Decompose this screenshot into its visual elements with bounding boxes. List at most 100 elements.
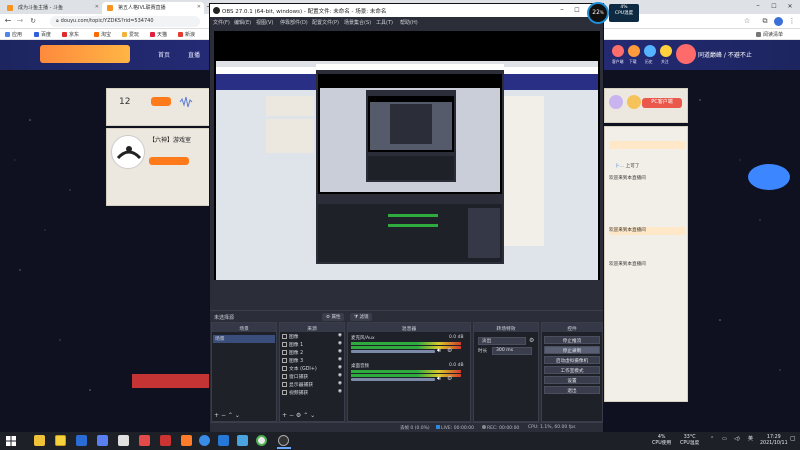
- back-icon[interactable]: ←: [3, 16, 13, 26]
- source-item[interactable]: 文本 (GDI+) ◉: [280, 365, 344, 373]
- visibility-eye-icon[interactable]: ◉: [338, 333, 342, 338]
- client-icon[interactable]: [612, 45, 624, 57]
- follow-button[interactable]: [151, 97, 171, 106]
- app-icon[interactable]: [181, 435, 192, 446]
- history-icon[interactable]: [644, 45, 656, 57]
- nav-home[interactable]: 首页: [158, 50, 170, 59]
- settings-button[interactable]: 设置: [544, 376, 600, 384]
- menu-file[interactable]: 文件(F): [213, 19, 230, 26]
- exit-button[interactable]: 退出: [544, 386, 600, 394]
- app-icon[interactable]: [139, 435, 150, 446]
- bookmark-star-icon[interactable]: ☆: [742, 16, 752, 26]
- studio-mode-button[interactable]: 工作室模式: [544, 366, 600, 374]
- profile-avatar[interactable]: [774, 17, 783, 26]
- browser-tab[interactable]: 成为斗鱼主播 - 斗鱼 ✕: [2, 2, 102, 14]
- qq-icon[interactable]: [76, 435, 87, 446]
- visibility-eye-icon[interactable]: ◉: [338, 389, 342, 394]
- remove-scene-icon[interactable]: −: [221, 412, 226, 419]
- virtual-camera-button[interactable]: 启动虚拟摄像机: [544, 356, 600, 364]
- chrome-menu-icon[interactable]: ⋮: [787, 16, 797, 26]
- reading-list[interactable]: 阅读清单: [756, 31, 783, 38]
- reload-icon[interactable]: ↻: [28, 16, 38, 26]
- bookmark-item[interactable]: 新浪: [178, 31, 195, 38]
- menu-edit[interactable]: 编辑(E): [234, 19, 251, 26]
- bookmark-apps[interactable]: 应用: [5, 31, 22, 38]
- floating-mascot[interactable]: [748, 164, 790, 190]
- close-tab-icon[interactable]: ✕: [197, 4, 201, 10]
- move-down-icon[interactable]: ⌄: [235, 412, 240, 419]
- edge-icon[interactable]: [199, 435, 210, 446]
- remove-source-icon[interactable]: −: [289, 412, 294, 419]
- room-action-button[interactable]: [149, 157, 189, 165]
- follow-icon[interactable]: [660, 45, 672, 57]
- close-tab-icon[interactable]: ✕: [95, 4, 99, 10]
- menu-tools[interactable]: 工具(T): [376, 19, 393, 26]
- bookmark-item[interactable]: 淘宝: [94, 31, 111, 38]
- maximize-icon[interactable]: ☐: [571, 7, 583, 14]
- obs-preview[interactable]: [214, 31, 600, 280]
- maximize-icon[interactable]: ☐: [768, 3, 780, 10]
- minimize-icon[interactable]: –: [556, 5, 568, 13]
- room-avatar[interactable]: [111, 135, 145, 169]
- menu-scene-collection[interactable]: 场景集合(S): [344, 19, 371, 26]
- app-icon[interactable]: [97, 435, 108, 446]
- transition-select[interactable]: 淡出: [478, 337, 526, 345]
- download-icon[interactable]: [628, 45, 640, 57]
- extensions-icon[interactable]: ⧉: [760, 16, 770, 26]
- move-down-icon[interactable]: ⌄: [310, 412, 315, 419]
- gear-icon[interactable]: ⚙: [447, 375, 452, 382]
- move-up-icon[interactable]: ⌃: [228, 412, 233, 419]
- volume-icon[interactable]: ◁): [734, 436, 740, 443]
- move-up-icon[interactable]: ⌃: [303, 412, 308, 419]
- source-item[interactable]: 图像 ◉: [280, 333, 344, 341]
- bookmark-item[interactable]: 百度: [34, 31, 51, 38]
- start-windows-icon[interactable]: [6, 436, 16, 446]
- chrome-icon[interactable]: [256, 435, 267, 446]
- visibility-eye-icon[interactable]: ◉: [338, 365, 342, 370]
- bookmark-item[interactable]: 京东: [62, 31, 79, 38]
- network-icon[interactable]: ▭: [722, 436, 727, 443]
- user-avatar[interactable]: [676, 44, 696, 64]
- file-explorer-icon[interactable]: [34, 435, 45, 446]
- source-item[interactable]: 图像 3 ◉: [280, 357, 344, 365]
- bookmark-item[interactable]: 天猫: [150, 31, 167, 38]
- app-icon[interactable]: [118, 435, 129, 446]
- transition-settings-icon[interactable]: ⚙: [529, 337, 534, 344]
- address-bar[interactable]: 🔒︎ douyu.com/topic/YZDKS?rid=534740: [50, 16, 200, 27]
- properties-button[interactable]: ⚙ 属性: [322, 313, 345, 321]
- app-icon[interactable]: [237, 435, 248, 446]
- gear-icon[interactable]: ⚙: [447, 347, 452, 354]
- douyu-logo[interactable]: [40, 45, 130, 63]
- duration-input[interactable]: 300 ms: [492, 347, 532, 355]
- app-icon[interactable]: [160, 435, 171, 446]
- stop-recording-button[interactable]: 停止录制: [544, 346, 600, 354]
- close-window-icon[interactable]: ✕: [784, 3, 796, 10]
- pc-client-button[interactable]: PC客户端: [642, 98, 682, 108]
- promo-banner[interactable]: [132, 374, 212, 388]
- volume-slider[interactable]: [351, 350, 435, 353]
- app-icon[interactable]: [218, 435, 229, 446]
- gift-icon[interactable]: [627, 95, 641, 109]
- source-item[interactable]: 显示器捕获 ◉: [280, 381, 344, 389]
- tray-chevron-icon[interactable]: ⌃: [710, 436, 714, 443]
- menu-view[interactable]: 视图(V): [256, 19, 273, 26]
- speaker-icon[interactable]: 🔊︎: [437, 347, 441, 355]
- obs-taskbar-icon[interactable]: [278, 435, 289, 446]
- ime-indicator[interactable]: 英: [748, 436, 753, 443]
- notification-icon[interactable]: ▢: [790, 436, 796, 442]
- scene-item[interactable]: 场景: [213, 335, 275, 343]
- forward-icon[interactable]: →: [15, 16, 25, 26]
- visibility-eye-icon[interactable]: ◉: [338, 341, 342, 346]
- source-item[interactable]: 窗口捕获 ◉: [280, 373, 344, 381]
- clock[interactable]: 17:29 2021/10/11: [760, 435, 788, 446]
- menu-profile[interactable]: 配置文件(P): [312, 19, 339, 26]
- douyu-app-icon[interactable]: [55, 435, 66, 446]
- source-item[interactable]: 图像 1 ◉: [280, 341, 344, 349]
- volume-slider[interactable]: [351, 378, 435, 381]
- visibility-eye-icon[interactable]: ◉: [338, 381, 342, 386]
- visibility-eye-icon[interactable]: ◉: [338, 349, 342, 354]
- speaker-icon[interactable]: 🔊︎: [437, 375, 441, 383]
- stop-streaming-button[interactable]: 停止推流: [544, 336, 600, 344]
- visibility-eye-icon[interactable]: ◉: [338, 373, 342, 378]
- menu-help[interactable]: 帮助(H): [400, 19, 418, 26]
